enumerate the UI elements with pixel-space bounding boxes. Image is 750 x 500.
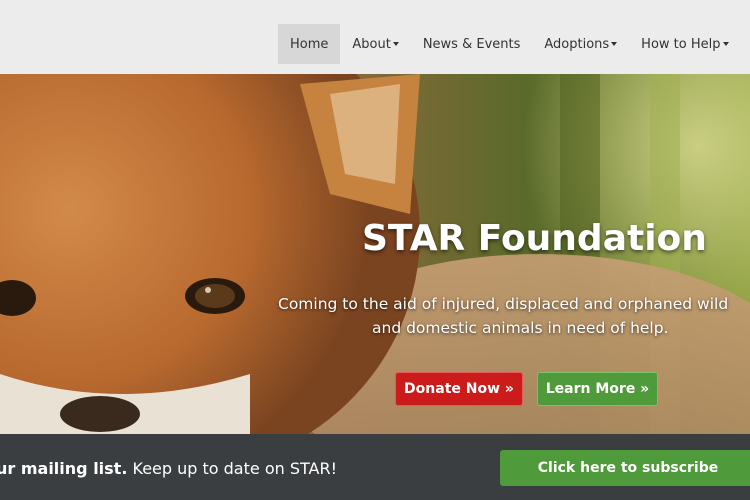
mailing-list-desc: Keep up to date on STAR! xyxy=(127,459,337,478)
mailing-list-text: ur mailing list. Keep up to date on STAR… xyxy=(0,459,337,478)
hero-subtitle-line-1: Coming to the aid of injured, displaced … xyxy=(278,295,729,313)
caret-down-icon xyxy=(392,42,399,46)
nav-item-label: Home xyxy=(290,36,329,52)
learn-more-button[interactable]: Learn More » xyxy=(537,372,658,406)
donate-now-button[interactable]: Donate Now » xyxy=(395,372,523,406)
nav-item-label: Adoptions xyxy=(544,36,610,52)
subscribe-button[interactable]: Click here to subscribe xyxy=(500,450,750,486)
hero-subtitle-line-2: and domestic animals in need of help. xyxy=(372,319,669,337)
nav-item-label: News & Events xyxy=(422,36,521,52)
nav-item-label: About xyxy=(352,36,391,52)
nav-item-label: How to Help xyxy=(641,36,721,52)
nav-item-about[interactable]: About xyxy=(340,24,410,64)
nav-item-news-events[interactable]: News & Events xyxy=(411,24,533,64)
hero-subtitle: Coming to the aid of injured, displaced … xyxy=(278,292,728,340)
caret-down-icon xyxy=(722,42,729,46)
nav-menu: Home About News & Events Adoptions How t… xyxy=(278,24,750,64)
nav-item-contact[interactable]: C xyxy=(741,24,750,64)
hero-title: STAR Foundation xyxy=(362,218,707,259)
nav-item-how-to-help[interactable]: How to Help xyxy=(629,24,740,64)
top-nav: Home About News & Events Adoptions How t… xyxy=(0,0,750,74)
caret-down-icon xyxy=(611,42,618,46)
mailing-list-bold: ur mailing list. xyxy=(0,459,128,478)
nav-item-home[interactable]: Home xyxy=(278,24,341,64)
nav-item-adoptions[interactable]: Adoptions xyxy=(532,24,629,64)
